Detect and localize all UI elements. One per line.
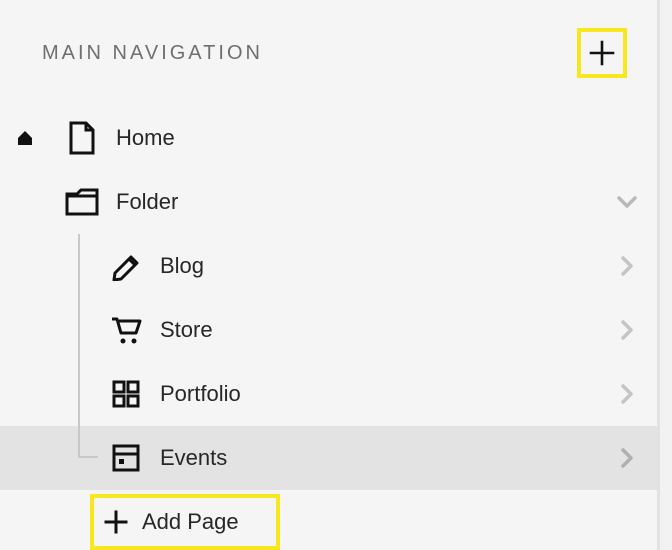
nav-item-label: Blog	[150, 253, 597, 279]
cart-icon	[102, 315, 150, 345]
nav-item-label: Store	[150, 317, 597, 343]
chevron-right-icon	[597, 384, 657, 404]
tree-line	[78, 362, 80, 426]
nav-item-home[interactable]: Home	[0, 106, 657, 170]
page-icon	[58, 121, 106, 155]
nav-list: Home Folder Blog	[0, 96, 657, 550]
nav-item-label: Portfolio	[150, 381, 597, 407]
tree-line	[78, 234, 80, 298]
nav-item-label: Folder	[106, 189, 597, 215]
plus-icon	[104, 510, 128, 534]
chevron-down-icon	[617, 196, 637, 208]
nav-item-blog[interactable]: Blog	[0, 234, 657, 298]
nav-item-events[interactable]: Events	[0, 426, 657, 490]
add-page-label: Add Page	[128, 509, 239, 535]
navigation-panel: MAIN NAVIGATION Home Folder	[0, 0, 660, 550]
nav-item-store[interactable]: Store	[0, 298, 657, 362]
nav-item-label: Home	[106, 125, 657, 151]
panel-title: MAIN NAVIGATION	[42, 42, 263, 65]
add-page-button[interactable]: Add Page	[90, 494, 280, 550]
folder-children: Blog Store	[0, 234, 657, 490]
chevron-right-icon	[597, 256, 657, 276]
tree-line	[78, 298, 80, 362]
folder-icon	[58, 188, 106, 216]
panel-header: MAIN NAVIGATION	[0, 0, 657, 96]
collapse-toggle[interactable]	[597, 196, 657, 208]
tree-line	[78, 426, 98, 458]
nav-item-label: Events	[150, 445, 597, 471]
add-button[interactable]	[577, 28, 627, 78]
nav-item-portfolio[interactable]: Portfolio	[0, 362, 657, 426]
grid-icon	[102, 380, 150, 408]
plus-icon	[589, 40, 615, 66]
chevron-right-icon	[597, 448, 657, 468]
chevron-right-icon	[597, 320, 657, 340]
blog-icon	[102, 251, 150, 281]
home-indicator-icon	[16, 129, 34, 147]
nav-item-folder[interactable]: Folder	[0, 170, 657, 234]
calendar-icon	[102, 444, 150, 472]
